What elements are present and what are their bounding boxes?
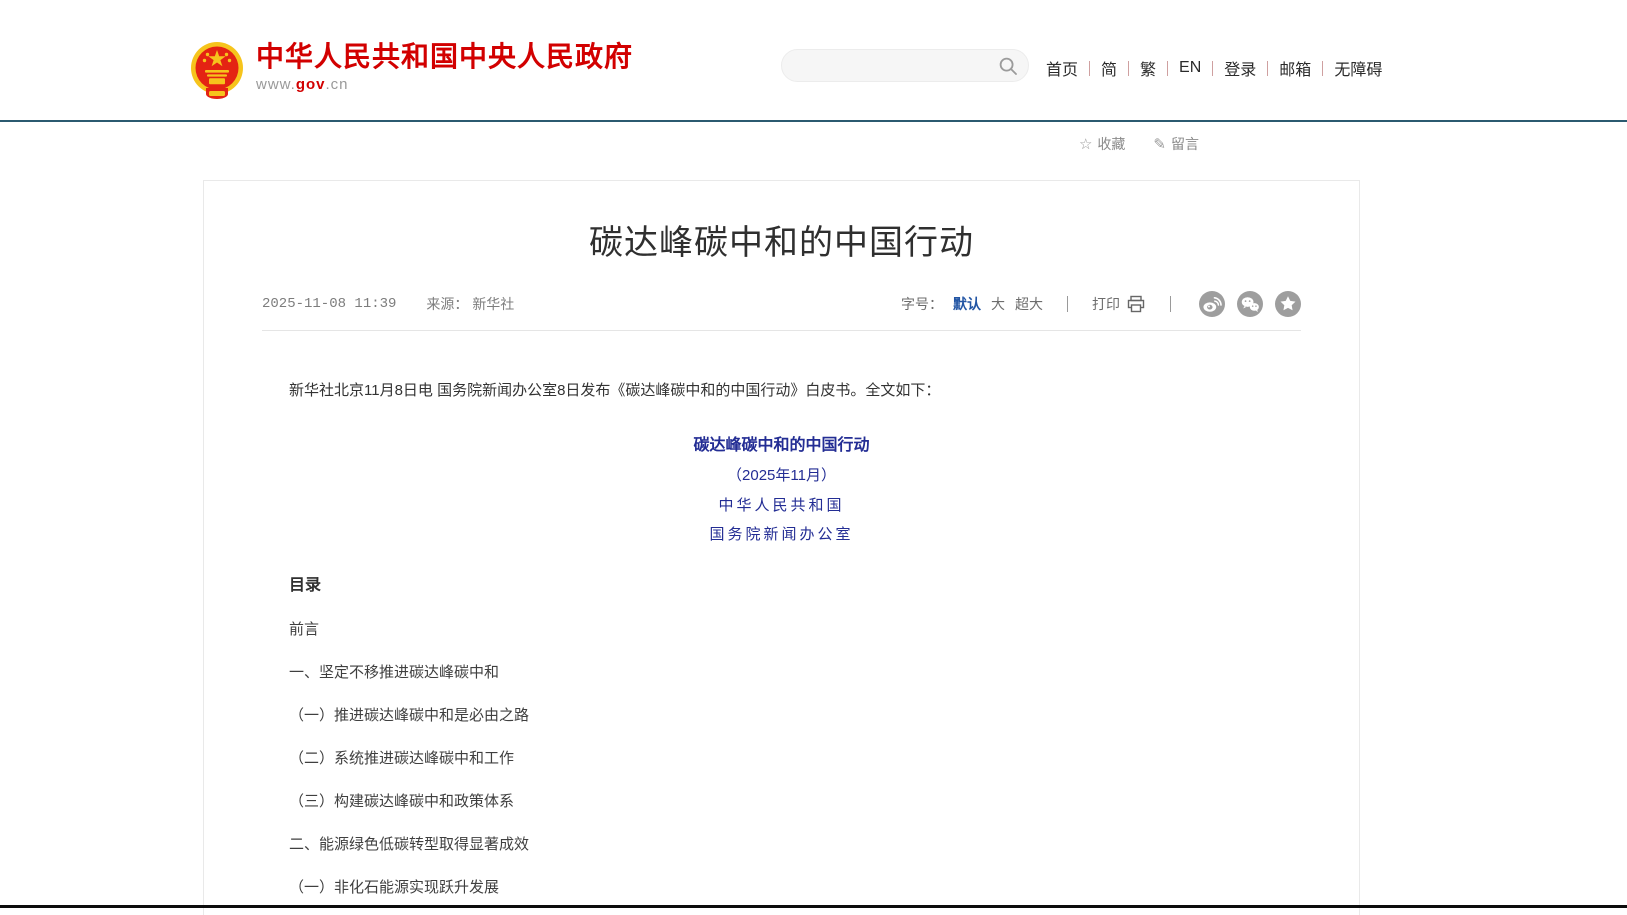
header-divider	[0, 120, 1627, 122]
doc-title: 碳达峰碳中和的中国行动	[289, 431, 1274, 455]
comment-label: 留言	[1171, 134, 1199, 154]
source-value: 新华社	[472, 296, 514, 312]
top-nav: 首页 简 繁 EN 登录 邮箱 无障碍	[1046, 56, 1382, 80]
article-body: 新华社北京11月8日电 国务院新闻办公室8日发布《碳达峰碳中和的中国行动》白皮书…	[204, 379, 1359, 915]
qzone-share-icon[interactable]	[1275, 291, 1301, 317]
printer-icon	[1126, 294, 1146, 314]
toc-item: （一）推进碳达峰碳中和是必由之路	[289, 708, 1274, 724]
toc-item: （二）系统推进碳达峰碳中和工作	[289, 751, 1274, 767]
article-title: 碳达峰碳中和的中国行动	[204, 221, 1359, 265]
font-size-label: 字号：	[901, 294, 943, 314]
nav-separator	[1212, 61, 1213, 76]
tools-separator	[1067, 296, 1068, 312]
nav-home[interactable]: 首页	[1046, 56, 1078, 80]
nav-simplified[interactable]: 简	[1101, 56, 1117, 80]
star-icon: ☆	[1079, 135, 1092, 153]
nav-separator	[1089, 61, 1090, 76]
nav-separator	[1128, 61, 1129, 76]
font-size-large[interactable]: 大	[991, 294, 1005, 314]
pen-icon: ✎	[1153, 135, 1166, 153]
article-meta-left: 2025-11-08 11:39 来源： 新华社	[262, 294, 514, 314]
toc-item: 前言	[289, 622, 1274, 638]
weibo-share-icon[interactable]	[1199, 291, 1225, 317]
site-header: 中华人民共和国中央人民政府 www.gov.cn 首页 简 繁 EN 登录 邮箱…	[0, 0, 1627, 120]
source: 来源： 新华社	[426, 294, 514, 314]
print-button[interactable]: 打印	[1092, 294, 1146, 314]
publish-date: 2025-11-08 11:39	[262, 296, 396, 312]
search-input[interactable]	[798, 58, 998, 74]
viewport-bottom-edge	[0, 905, 1627, 908]
nav-separator	[1167, 61, 1168, 76]
favorite-button[interactable]: ☆ 收藏	[1079, 134, 1125, 154]
site-url-gov: gov	[296, 76, 326, 93]
national-emblem-icon	[190, 40, 244, 104]
toc-item: （一）非化石能源实现跃升发展	[289, 880, 1274, 896]
nav-separator	[1267, 61, 1268, 76]
search-icon[interactable]	[998, 56, 1018, 76]
font-size-xlarge[interactable]: 超大	[1015, 294, 1043, 314]
nav-login[interactable]: 登录	[1224, 56, 1256, 80]
site-url-www: www.	[256, 76, 296, 93]
wechat-share-icon[interactable]	[1237, 291, 1263, 317]
search-box[interactable]	[781, 49, 1029, 82]
source-label: 来源：	[426, 296, 468, 312]
share-icons	[1199, 291, 1301, 317]
page-toolbar: ☆ 收藏 ✎ 留言	[0, 134, 1627, 154]
toc-heading: 目录	[289, 571, 1274, 595]
toc-item: （三）构建碳达峰碳中和政策体系	[289, 794, 1274, 810]
comment-button[interactable]: ✎ 留言	[1153, 134, 1199, 154]
tools-separator	[1170, 296, 1171, 312]
site-url-cn: .cn	[326, 76, 349, 93]
site-url: www.gov.cn	[256, 76, 633, 93]
article-meta-row: 2025-11-08 11:39 来源： 新华社 字号： 默认 大 超大 打印	[262, 291, 1301, 331]
nav-accessibility[interactable]: 无障碍	[1334, 56, 1382, 80]
print-label: 打印	[1092, 294, 1120, 314]
font-size-default[interactable]: 默认	[953, 294, 981, 314]
site-title: 中华人民共和国中央人民政府	[256, 40, 633, 74]
nav-mail[interactable]: 邮箱	[1279, 56, 1311, 80]
toc-item: 二、能源绿色低碳转型取得显著成效	[289, 837, 1274, 853]
doc-issuer-line2: 国务院新闻办公室	[289, 526, 1274, 542]
article-meta-tools: 字号： 默认 大 超大 打印	[901, 291, 1301, 317]
doc-date-line: （2025年11月）	[289, 468, 1274, 484]
site-logo[interactable]: 中华人民共和国中央人民政府 www.gov.cn	[190, 40, 633, 104]
nav-english[interactable]: EN	[1179, 59, 1201, 77]
favorite-label: 收藏	[1097, 134, 1125, 154]
lead-paragraph: 新华社北京11月8日电 国务院新闻办公室8日发布《碳达峰碳中和的中国行动》白皮书…	[289, 379, 1274, 403]
article-card: 碳达峰碳中和的中国行动 2025-11-08 11:39 来源： 新华社 字号：…	[203, 180, 1360, 915]
nav-separator	[1322, 61, 1323, 76]
nav-traditional[interactable]: 繁	[1140, 56, 1156, 80]
toc-item: 一、坚定不移推进碳达峰碳中和	[289, 665, 1274, 681]
doc-issuer-line1: 中华人民共和国	[289, 497, 1274, 513]
